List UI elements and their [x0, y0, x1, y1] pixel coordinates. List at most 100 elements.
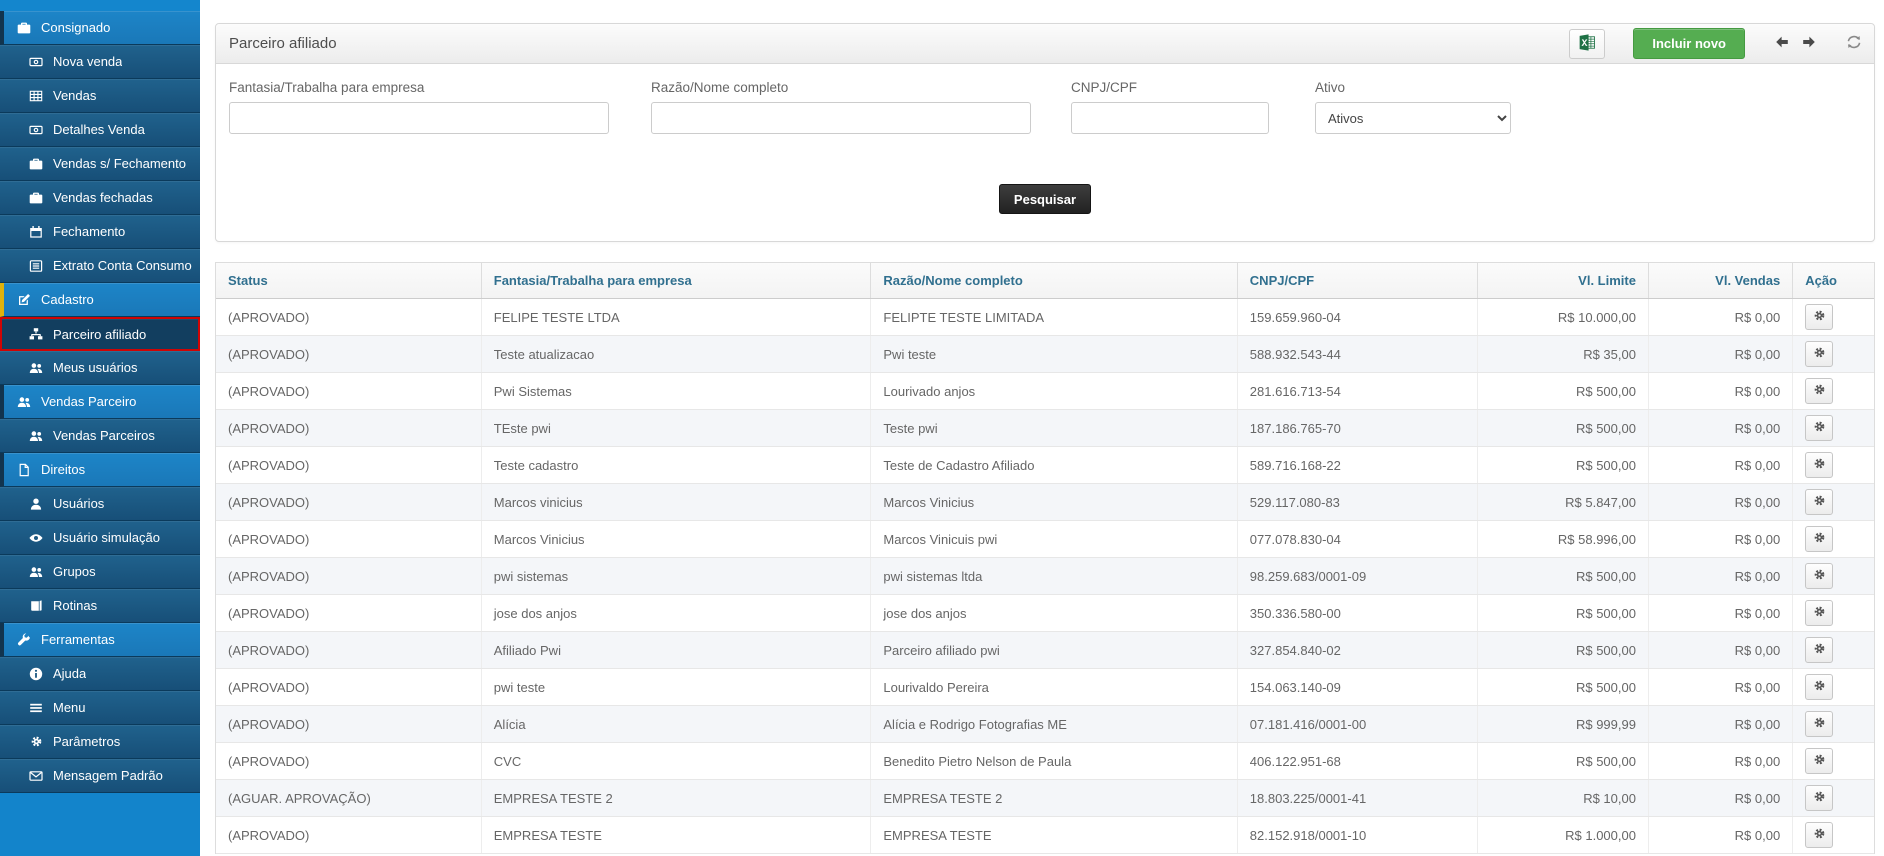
envelope-icon	[28, 769, 44, 783]
sidebar-item-consignado[interactable]: Consignado	[0, 11, 200, 45]
cell-limite: R$ 500,00	[1478, 447, 1649, 484]
sidebar-item-vendas-parceiro[interactable]: Vendas Parceiro	[0, 385, 200, 419]
book-icon	[28, 599, 44, 613]
cell-vendas: R$ 0,00	[1648, 817, 1792, 854]
cell-acao	[1793, 336, 1874, 373]
sidebar-item-menu[interactable]: Menu	[0, 691, 200, 725]
sidebar-item-label: Extrato Conta Consumo	[53, 258, 192, 273]
sidebar-item-parametros[interactable]: Parâmetros	[0, 725, 200, 759]
row-actions-button[interactable]	[1805, 563, 1833, 589]
row-actions-button[interactable]	[1805, 341, 1833, 367]
razao-input[interactable]	[651, 102, 1031, 134]
row-actions-button[interactable]	[1805, 785, 1833, 811]
export-excel-button[interactable]	[1569, 29, 1605, 59]
row-actions-button[interactable]	[1805, 822, 1833, 848]
sidebar-item-extrato-conta-consumo[interactable]: Extrato Conta Consumo	[0, 249, 200, 283]
cell-razao: Teste de Cadastro Afiliado	[871, 447, 1237, 484]
table-row: (APROVADO)pwi sistemaspwi sistemas ltda9…	[216, 558, 1874, 595]
cell-vendas: R$ 0,00	[1648, 299, 1792, 336]
filter-ativo: Ativo Ativos	[1315, 80, 1511, 134]
cell-limite: R$ 5.847,00	[1478, 484, 1649, 521]
sidebar-item-usuarios[interactable]: Usuários	[0, 487, 200, 521]
sidebar-item-nova-venda[interactable]: Nova venda	[0, 45, 200, 79]
cell-razao: Lourivado anjos	[871, 373, 1237, 410]
cell-status: (AGUAR. APROVAÇÃO)	[216, 780, 481, 817]
sidebar-item-label: Usuários	[53, 496, 104, 511]
cell-fantasia: CVC	[481, 743, 871, 780]
cell-status: (APROVADO)	[216, 632, 481, 669]
sidebar-item-rotinas[interactable]: Rotinas	[0, 589, 200, 623]
cnpj-input[interactable]	[1071, 102, 1269, 134]
refresh-button[interactable]	[1846, 34, 1862, 53]
cell-cnpj: 588.932.543-44	[1237, 336, 1477, 373]
cell-acao	[1793, 484, 1874, 521]
row-actions-button[interactable]	[1805, 526, 1833, 552]
sidebar-item-vendas-s-fechamento[interactable]: Vendas s/ Fechamento	[0, 147, 200, 181]
gear-icon	[1813, 716, 1826, 732]
cell-razao: Alícia e Rodrigo Fotografias ME	[871, 706, 1237, 743]
sidebar-item-label: Mensagem Padrão	[53, 768, 163, 783]
cell-status: (APROVADO)	[216, 743, 481, 780]
sidebar-item-vendas-parceiros[interactable]: Vendas Parceiros	[0, 419, 200, 453]
cell-acao	[1793, 558, 1874, 595]
row-actions-button[interactable]	[1805, 378, 1833, 404]
pesquisar-button[interactable]: Pesquisar	[999, 184, 1091, 214]
sidebar-item-grupos[interactable]: Grupos	[0, 555, 200, 589]
cell-acao	[1793, 447, 1874, 484]
ativo-select[interactable]: Ativos	[1315, 102, 1511, 134]
fantasia-input[interactable]	[229, 102, 609, 134]
cell-status: (APROVADO)	[216, 336, 481, 373]
row-actions-button[interactable]	[1805, 600, 1833, 626]
cell-cnpj: 154.063.140-09	[1237, 669, 1477, 706]
sidebar-item-detalhes-venda[interactable]: Detalhes Venda	[0, 113, 200, 147]
cell-razao: Lourivaldo Pereira	[871, 669, 1237, 706]
cell-fantasia: Marcos Vinicius	[481, 521, 871, 558]
sidebar-item-ajuda[interactable]: Ajuda	[0, 657, 200, 691]
sidebar-item-vendas[interactable]: Vendas	[0, 79, 200, 113]
sidebar-item-direitos[interactable]: Direitos	[0, 453, 200, 487]
sidebar-item-label: Direitos	[41, 462, 85, 477]
sidebar-item-meus-usuarios[interactable]: Meus usuários	[0, 351, 200, 385]
gear-icon	[1813, 679, 1826, 695]
calendar-icon	[28, 225, 44, 239]
row-actions-button[interactable]	[1805, 452, 1833, 478]
cell-limite: R$ 500,00	[1478, 373, 1649, 410]
cell-razao: EMPRESA TESTE 2	[871, 780, 1237, 817]
ativo-label: Ativo	[1315, 80, 1511, 95]
col-status: Status	[216, 263, 481, 299]
row-actions-button[interactable]	[1805, 674, 1833, 700]
previous-page-button[interactable]	[1772, 32, 1792, 55]
sidebar-item-cadastro[interactable]: Cadastro	[0, 283, 200, 317]
cell-fantasia: Afiliado Pwi	[481, 632, 871, 669]
cell-cnpj: 159.659.960-04	[1237, 299, 1477, 336]
sidebar-item-label: Vendas s/ Fechamento	[53, 156, 186, 171]
gear-icon	[1813, 457, 1826, 473]
cell-limite: R$ 1.000,00	[1478, 817, 1649, 854]
sidebar-item-ferramentas[interactable]: Ferramentas	[0, 623, 200, 657]
incluir-novo-button[interactable]: Incluir novo	[1633, 28, 1745, 59]
cell-status: (APROVADO)	[216, 373, 481, 410]
row-actions-button[interactable]	[1805, 711, 1833, 737]
sidebar-item-vendas-fechadas[interactable]: Vendas fechadas	[0, 181, 200, 215]
row-actions-button[interactable]	[1805, 489, 1833, 515]
sidebar-item-label: Ajuda	[53, 666, 86, 681]
row-actions-button[interactable]	[1805, 304, 1833, 330]
briefcase-icon	[16, 21, 32, 35]
partners-table: Status Fantasia/Trabalha para empresa Ra…	[215, 262, 1875, 854]
cell-acao	[1793, 632, 1874, 669]
cell-acao	[1793, 410, 1874, 447]
next-page-button[interactable]	[1799, 32, 1819, 55]
sidebar-item-usuario-simulacao[interactable]: Usuário simulação	[0, 521, 200, 555]
panel-body: Fantasia/Trabalha para empresa Razão/Nom…	[216, 64, 1874, 241]
row-actions-button[interactable]	[1805, 415, 1833, 441]
cell-status: (APROVADO)	[216, 484, 481, 521]
sidebar-item-label: Meus usuários	[53, 360, 138, 375]
row-actions-button[interactable]	[1805, 637, 1833, 663]
sidebar-item-mensagem-padrao[interactable]: Mensagem Padrão	[0, 759, 200, 793]
sidebar-item-parceiro-afiliado[interactable]: Parceiro afiliado	[0, 317, 200, 351]
col-cnpj: CNPJ/CPF	[1237, 263, 1477, 299]
cell-cnpj: 589.716.168-22	[1237, 447, 1477, 484]
row-actions-button[interactable]	[1805, 748, 1833, 774]
sidebar-item-fechamento[interactable]: Fechamento	[0, 215, 200, 249]
eye-icon	[28, 531, 44, 545]
